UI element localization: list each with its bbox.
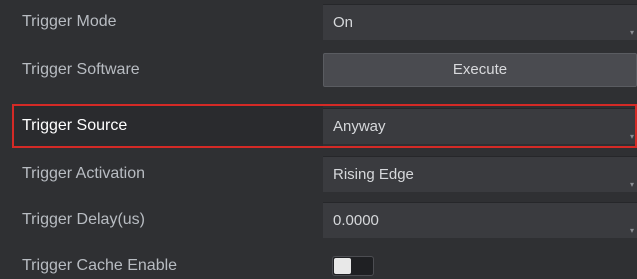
execute-button[interactable]: Execute <box>323 53 637 87</box>
trigger-activation-value: Rising Edge <box>333 166 414 183</box>
trigger-source-value: Anyway <box>333 118 386 135</box>
trigger-delay-label: Trigger Delay(us) <box>22 211 145 228</box>
trigger-activation-select[interactable]: Rising Edge ▾ <box>323 156 637 192</box>
row-trigger-delay: Trigger Delay(us) 0.0000 ▾ <box>0 198 637 242</box>
row-trigger-software: Trigger Software Execute <box>0 48 637 92</box>
spinner-corner-icon: ▾ <box>629 226 634 235</box>
toggle-switch-icon[interactable] <box>332 256 374 276</box>
trigger-delay-input[interactable]: 0.0000 ▾ <box>323 202 637 238</box>
row-trigger-cache-enable: Trigger Cache Enable <box>0 244 637 279</box>
trigger-mode-select[interactable]: On ▾ <box>323 4 637 40</box>
row-trigger-mode: Trigger Mode On ▾ <box>0 0 637 44</box>
row-trigger-activation: Trigger Activation Rising Edge ▾ <box>0 152 637 196</box>
trigger-mode-value: On <box>333 14 354 31</box>
trigger-source-select[interactable]: Anyway ▾ <box>323 108 637 144</box>
trigger-delay-value: 0.0000 <box>333 212 379 229</box>
trigger-cache-enable-label: Trigger Cache Enable <box>22 257 178 274</box>
trigger-mode-label: Trigger Mode <box>22 13 117 30</box>
dropdown-corner-icon: ▾ <box>629 132 634 141</box>
trigger-activation-label: Trigger Activation <box>22 165 146 182</box>
trigger-source-label: Trigger Source <box>22 117 128 134</box>
toggle-knob <box>334 258 351 274</box>
dropdown-corner-icon: ▾ <box>629 180 634 189</box>
trigger-software-label: Trigger Software <box>22 61 140 78</box>
row-trigger-source: Trigger Source Anyway ▾ <box>0 104 637 148</box>
camera-parameters-panel: Trigger Mode On ▾ Trigger Software Execu… <box>0 0 637 279</box>
dropdown-corner-icon: ▾ <box>629 28 634 37</box>
